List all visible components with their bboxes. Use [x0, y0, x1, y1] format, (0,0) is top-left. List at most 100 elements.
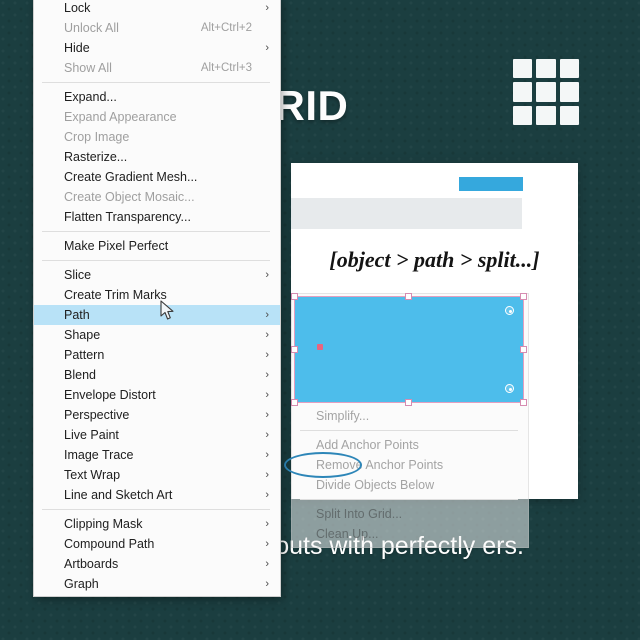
grid-cell: [559, 82, 579, 102]
menu-separator: [42, 260, 270, 261]
menu-item-rasterize[interactable]: Rasterize...: [34, 147, 280, 167]
submenu-item-label: Simplify...: [316, 409, 370, 423]
submenu-item-label: Split Into Grid...: [316, 507, 403, 521]
submenu-separator: [300, 499, 518, 500]
menu-item-label: Lock: [64, 1, 91, 15]
submenu-item-divide-objects-below[interactable]: Divide Objects Below: [292, 475, 528, 495]
selection-handle-tc[interactable]: [405, 293, 412, 300]
menu-item-flatten-transparency[interactable]: Flatten Transparency...: [34, 207, 280, 227]
chevron-right-icon: ›: [265, 489, 269, 501]
submenu-item-split-into-grid[interactable]: Split Into Grid...: [292, 504, 528, 524]
menu-item-label: Create Object Mosaic...: [64, 190, 195, 204]
chevron-right-icon: ›: [265, 518, 269, 530]
submenu-item-simplify[interactable]: Simplify...: [292, 406, 528, 426]
menu-item-pattern[interactable]: Pattern ›: [34, 345, 280, 365]
menu-item-label: Make Pixel Perfect: [64, 239, 169, 253]
menu-item-lock[interactable]: Lock ›: [34, 0, 280, 18]
chevron-right-icon: ›: [265, 429, 269, 441]
submenu-item-label: Divide Objects Below: [316, 478, 435, 492]
chevron-right-icon: ›: [265, 309, 269, 321]
menu-item-label: Expand...: [64, 90, 117, 104]
menu-item-compound-path[interactable]: Compound Path ›: [34, 534, 280, 554]
mouse-cursor-icon: [160, 300, 174, 320]
grid-cell: [513, 105, 533, 125]
menu-item-label: Hide: [64, 41, 90, 55]
menu-item-label: Create Gradient Mesh...: [64, 170, 198, 184]
menu-item-label: Path: [64, 308, 90, 322]
menu-item-create-gradient-mesh[interactable]: Create Gradient Mesh...: [34, 167, 280, 187]
chevron-right-icon: ›: [265, 269, 269, 281]
grid-cell: [536, 82, 556, 102]
menu-item-graph[interactable]: Graph ›: [34, 574, 280, 594]
menu-item-slice[interactable]: Slice ›: [34, 265, 280, 285]
selection-handle-bl[interactable]: [291, 399, 298, 406]
object-context-menu[interactable]: Lock › Unlock All Alt+Ctrl+2 Hide › Show All Al…: [33, 0, 281, 597]
grid-cell: [513, 59, 533, 79]
live-corner-widget-bottom[interactable]: [505, 384, 514, 393]
menu-item-clipping-mask[interactable]: Clipping Mask ›: [34, 514, 280, 534]
menu-item-line-and-sketch-art[interactable]: Line and Sketch Art ›: [34, 485, 280, 505]
menu-item-envelope-distort[interactable]: Envelope Distort ›: [34, 385, 280, 405]
menu-item-create-trim-marks[interactable]: Create Trim Marks: [34, 285, 280, 305]
menu-item-artboards[interactable]: Artboards ›: [34, 554, 280, 574]
selection-handle-bc[interactable]: [405, 399, 412, 406]
menu-item-show-all: Show All Alt+Ctrl+3: [34, 58, 280, 78]
menu-item-shortcut: Alt+Ctrl+3: [200, 62, 252, 74]
menu-item-label: Rasterize...: [64, 150, 128, 164]
menu-item-label: Clipping Mask: [64, 517, 143, 531]
selection-handle-ml[interactable]: [291, 345, 298, 353]
menu-item-make-pixel-perfect[interactable]: Make Pixel Perfect: [34, 236, 280, 256]
live-corner-widget-top[interactable]: [505, 306, 514, 315]
menu-item-label: Unlock All: [64, 21, 119, 35]
menu-separator: [42, 82, 270, 83]
menu-item-hide[interactable]: Hide ›: [34, 38, 280, 58]
selected-rectangle[interactable]: [294, 296, 524, 403]
selection-handle-br[interactable]: [520, 399, 527, 406]
selection-handle-tl[interactable]: [291, 293, 298, 300]
menu-item-label: Crop Image: [64, 130, 130, 144]
grid-cell: [536, 105, 556, 125]
panel-toolbar: [291, 163, 578, 198]
panel-content-band: [291, 198, 523, 229]
menu-item-label: Shape: [64, 328, 101, 342]
menu-item-label: Graph: [64, 577, 99, 591]
menu-item-path[interactable]: Path ›: [34, 305, 280, 325]
menu-item-shape[interactable]: Shape ›: [34, 325, 280, 345]
chevron-right-icon: ›: [265, 538, 269, 550]
submenu-item-label: Clean Up...: [316, 527, 379, 541]
menu-item-perspective[interactable]: Perspective ›: [34, 405, 280, 425]
toolbar-accent-chip: [459, 177, 523, 191]
selection-handle-tr[interactable]: [520, 293, 527, 300]
menu-item-label: Create Trim Marks: [64, 288, 167, 302]
menu-item-live-paint[interactable]: Live Paint ›: [34, 425, 280, 445]
menu-item-expand-appearance: Expand Appearance: [34, 107, 280, 127]
menu-item-label: Perspective: [64, 408, 130, 422]
menu-item-image-trace[interactable]: Image Trace ›: [34, 445, 280, 465]
chevron-right-icon: ›: [265, 409, 269, 421]
submenu-separator: [300, 430, 518, 431]
menu-item-label: Compound Path: [64, 537, 155, 551]
menu-item-unlock-all: Unlock All Alt+Ctrl+2: [34, 18, 280, 38]
selection-handle-mr[interactable]: [520, 345, 527, 353]
chevron-right-icon: ›: [265, 42, 269, 54]
submenu-item-clean-up[interactable]: Clean Up...: [292, 524, 528, 544]
artwork-selection[interactable]: [291, 293, 527, 406]
menu-item-label: Line and Sketch Art: [64, 488, 173, 502]
menu-item-text-wrap[interactable]: Text Wrap ›: [34, 465, 280, 485]
menu-item-create-object-mosaic: Create Object Mosaic...: [34, 187, 280, 207]
chevron-right-icon: ›: [265, 329, 269, 341]
menu-separator: [42, 231, 270, 232]
menu-item-shortcut: Alt+Ctrl+2: [200, 22, 252, 34]
menu-item-label: Text Wrap: [64, 468, 121, 482]
chevron-right-icon: ›: [265, 578, 269, 590]
menu-item-blend[interactable]: Blend ›: [34, 365, 280, 385]
menu-item-expand[interactable]: Expand...: [34, 87, 280, 107]
ellipse-annotation: [284, 452, 362, 478]
menu-separator: [42, 509, 270, 510]
panel-caption-text: [object > path > split...]: [329, 247, 540, 272]
menu-item-label: Show All: [64, 61, 112, 75]
menu-item-label: Pattern: [64, 348, 105, 362]
chevron-right-icon: ›: [265, 389, 269, 401]
chevron-right-icon: ›: [265, 558, 269, 570]
grid-cell: [536, 59, 556, 79]
